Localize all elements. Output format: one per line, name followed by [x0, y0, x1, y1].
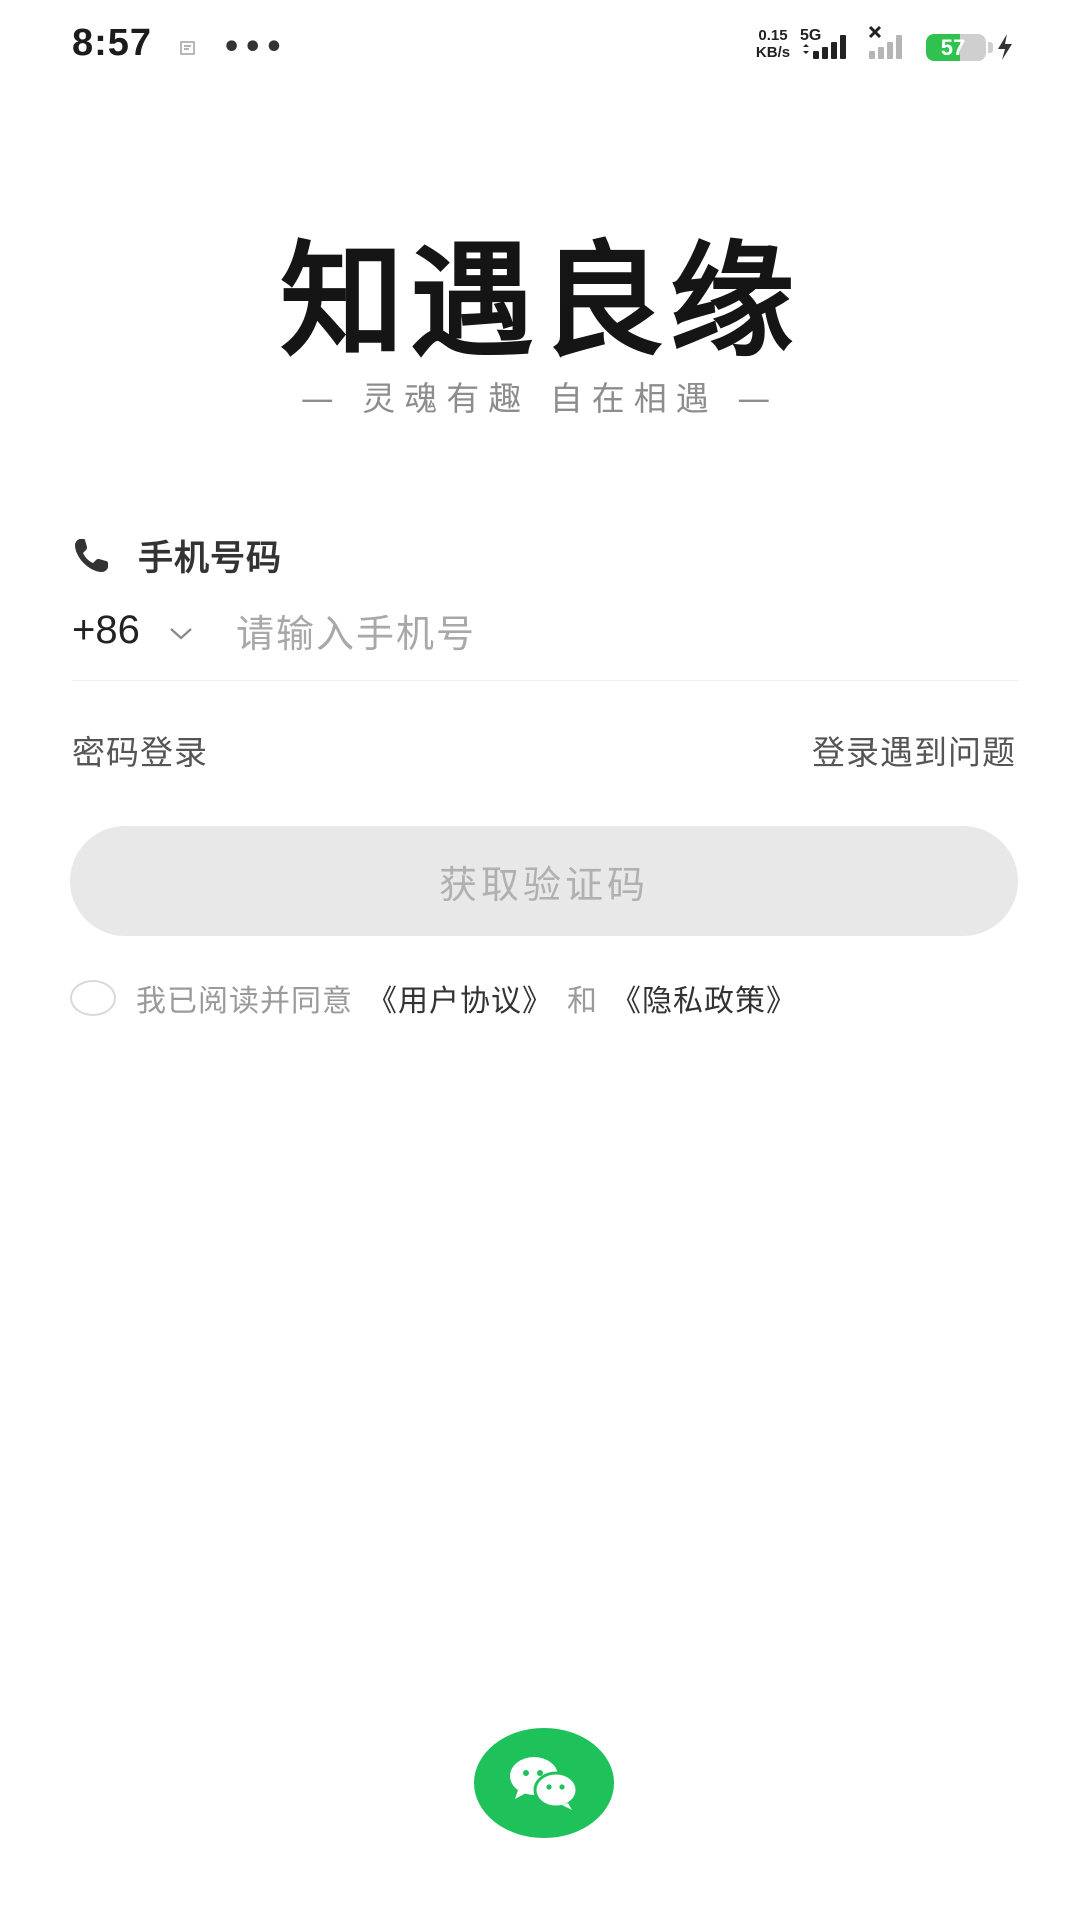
battery-indicator: 57 [926, 34, 993, 61]
signal-no-service-icon [868, 25, 902, 59]
login-help-link[interactable]: 登录遇到问题 [812, 726, 1016, 774]
privacy-policy-link[interactable]: 《隐私政策》 [611, 976, 797, 1020]
network-type-label: 5G [800, 27, 821, 44]
signal-5g-icon: 5G [800, 27, 846, 59]
charging-icon [998, 34, 1012, 60]
app-slogan: — 灵魂有趣 自在相遇 — [300, 379, 780, 418]
country-code-selector[interactable]: +86 [72, 608, 140, 653]
chevron-down-icon[interactable] [168, 626, 194, 642]
agreement-row: 我已阅读并同意 《用户协议》 和 《隐私政策》 [70, 976, 797, 1020]
phone-number-input[interactable] [236, 604, 996, 664]
notification-icon [180, 41, 195, 55]
app-title: 知遇良缘 [279, 229, 800, 374]
phone-label-row: 手机号码 [72, 530, 282, 580]
wechat-icon [510, 1757, 579, 1810]
phone-label: 手机号码 [138, 538, 283, 579]
password-login-link[interactable]: 密码登录 [72, 726, 208, 774]
phone-icon [75, 539, 108, 572]
battery-level: 57 [940, 35, 966, 60]
agreement-checkbox[interactable] [70, 980, 116, 1016]
phone-input-row: +86 [72, 600, 1018, 681]
network-speed-unit: KB/s [755, 44, 791, 61]
agreement-and: 和 [567, 984, 597, 1019]
network-speed: 0.15 KB/s [748, 27, 798, 61]
battery-tip [988, 42, 993, 53]
status-bar: 8:57 ••• 0.15 KB/s 5G 57 [0, 0, 1080, 96]
user-agreement-link[interactable]: 《用户协议》 [367, 976, 553, 1020]
status-time: 8:57 [72, 22, 153, 64]
wechat-login-button[interactable] [474, 1728, 614, 1838]
get-verification-code-button[interactable]: 获取验证码 [70, 826, 1018, 936]
agreement-prefix: 我已阅读并同意 [136, 984, 353, 1019]
more-notifications-icon: ••• [222, 30, 286, 65]
network-speed-value: 0.15 [758, 27, 788, 44]
